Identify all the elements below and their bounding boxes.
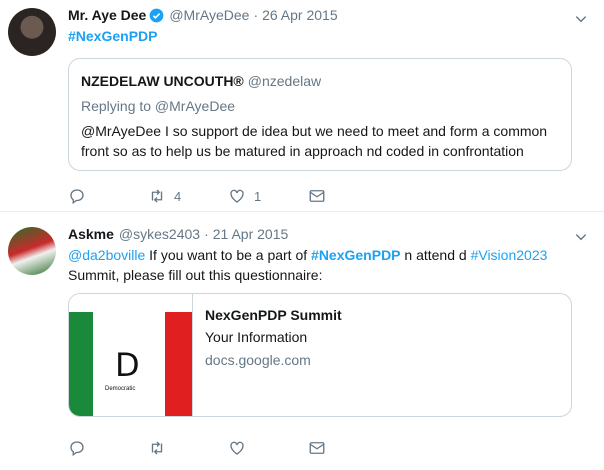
card-image-caption: Democratic: [105, 386, 136, 392]
chevron-down-icon[interactable]: [574, 12, 588, 26]
hashtag-link[interactable]: #Vision2023: [471, 247, 548, 263]
reply-button[interactable]: [68, 438, 86, 458]
card-title: NexGenPDP Summit: [205, 307, 342, 323]
flag-green-stripe: [69, 312, 93, 416]
retweet-icon: [151, 189, 163, 203]
retweet-count: 4: [174, 188, 182, 204]
chevron-down-icon[interactable]: [574, 230, 588, 244]
avatar[interactable]: [8, 227, 56, 275]
separator: ·: [204, 226, 209, 242]
tweet-text-part: n attend d: [400, 247, 471, 263]
user-handle[interactable]: @sykes2403: [119, 226, 200, 242]
replying-to: Replying to @MrAyeDee: [81, 98, 236, 114]
retweet-button[interactable]: 4: [148, 186, 181, 206]
reply-icon: [70, 441, 84, 457]
hashtag-link[interactable]: #NexGenPDP: [311, 247, 400, 263]
like-count: 1: [254, 188, 262, 204]
user-name[interactable]: Askme: [68, 226, 114, 242]
heart-icon: [230, 189, 244, 203]
tweet-text-part: Summit, please fill out this questionnai…: [68, 267, 323, 283]
hashtag-link[interactable]: #NexGenPDP: [68, 28, 157, 44]
link-card[interactable]: D Democratic NexGenPDP Summit Your Infor…: [68, 293, 572, 417]
like-button[interactable]: 1: [228, 186, 261, 206]
tweet-header: Mr. Aye Dee @MrAyeDee · 26 Apr 2015: [68, 7, 338, 23]
retweet-icon: [151, 441, 163, 455]
tweet-text: #NexGenPDP: [68, 26, 568, 46]
flag-red-stripe: [165, 312, 192, 416]
tweet-actions: 4 1: [68, 186, 368, 206]
tweet-text: @da2boville If you want to be a part of …: [68, 245, 568, 285]
mention-link[interactable]: @da2boville: [68, 247, 145, 263]
quoted-tweet[interactable]: NZEDELAW UNCOUTH® @nzedelaw Replying to @…: [68, 58, 572, 171]
card-image-letter: D: [115, 346, 140, 384]
tweet-text-part: If you want to be a part of: [145, 247, 312, 263]
direct-message-button[interactable]: [308, 186, 326, 206]
reply-icon: [70, 189, 84, 205]
card-description: Your Information: [205, 329, 308, 345]
heart-icon: [230, 441, 244, 455]
envelope-icon: [309, 442, 325, 454]
tweet-date[interactable]: 26 Apr 2015: [262, 7, 338, 23]
direct-message-button[interactable]: [308, 438, 326, 458]
tweet[interactable]: Mr. Aye Dee @MrAyeDee · 26 Apr 2015 #Nex…: [0, 0, 604, 212]
tweet-actions: [68, 438, 368, 458]
like-button[interactable]: [228, 438, 246, 458]
quote-user-handle[interactable]: @nzedelaw: [248, 73, 321, 89]
card-domain: docs.google.com: [205, 352, 311, 368]
retweet-button[interactable]: [148, 438, 166, 458]
quote-header: NZEDELAW UNCOUTH® @nzedelaw: [81, 73, 321, 89]
quote-text: @MrAyeDee I so support de idea but we ne…: [81, 123, 548, 159]
avatar[interactable]: [8, 8, 56, 56]
user-handle[interactable]: @MrAyeDee: [169, 7, 249, 23]
quote-user-name[interactable]: NZEDELAW UNCOUTH®: [81, 73, 244, 89]
tweet[interactable]: Askme @sykes2403 · 21 Apr 2015 @da2bovil…: [0, 213, 604, 470]
reply-button[interactable]: [68, 186, 86, 206]
verified-badge-icon: [149, 8, 164, 22]
card-image: D Democratic: [69, 294, 193, 416]
user-name[interactable]: Mr. Aye Dee: [68, 7, 146, 23]
separator: ·: [253, 7, 259, 23]
tweet-header: Askme @sykes2403 · 21 Apr 2015: [68, 226, 288, 242]
tweet-date[interactable]: 21 Apr 2015: [213, 226, 289, 242]
envelope-icon: [309, 190, 325, 202]
